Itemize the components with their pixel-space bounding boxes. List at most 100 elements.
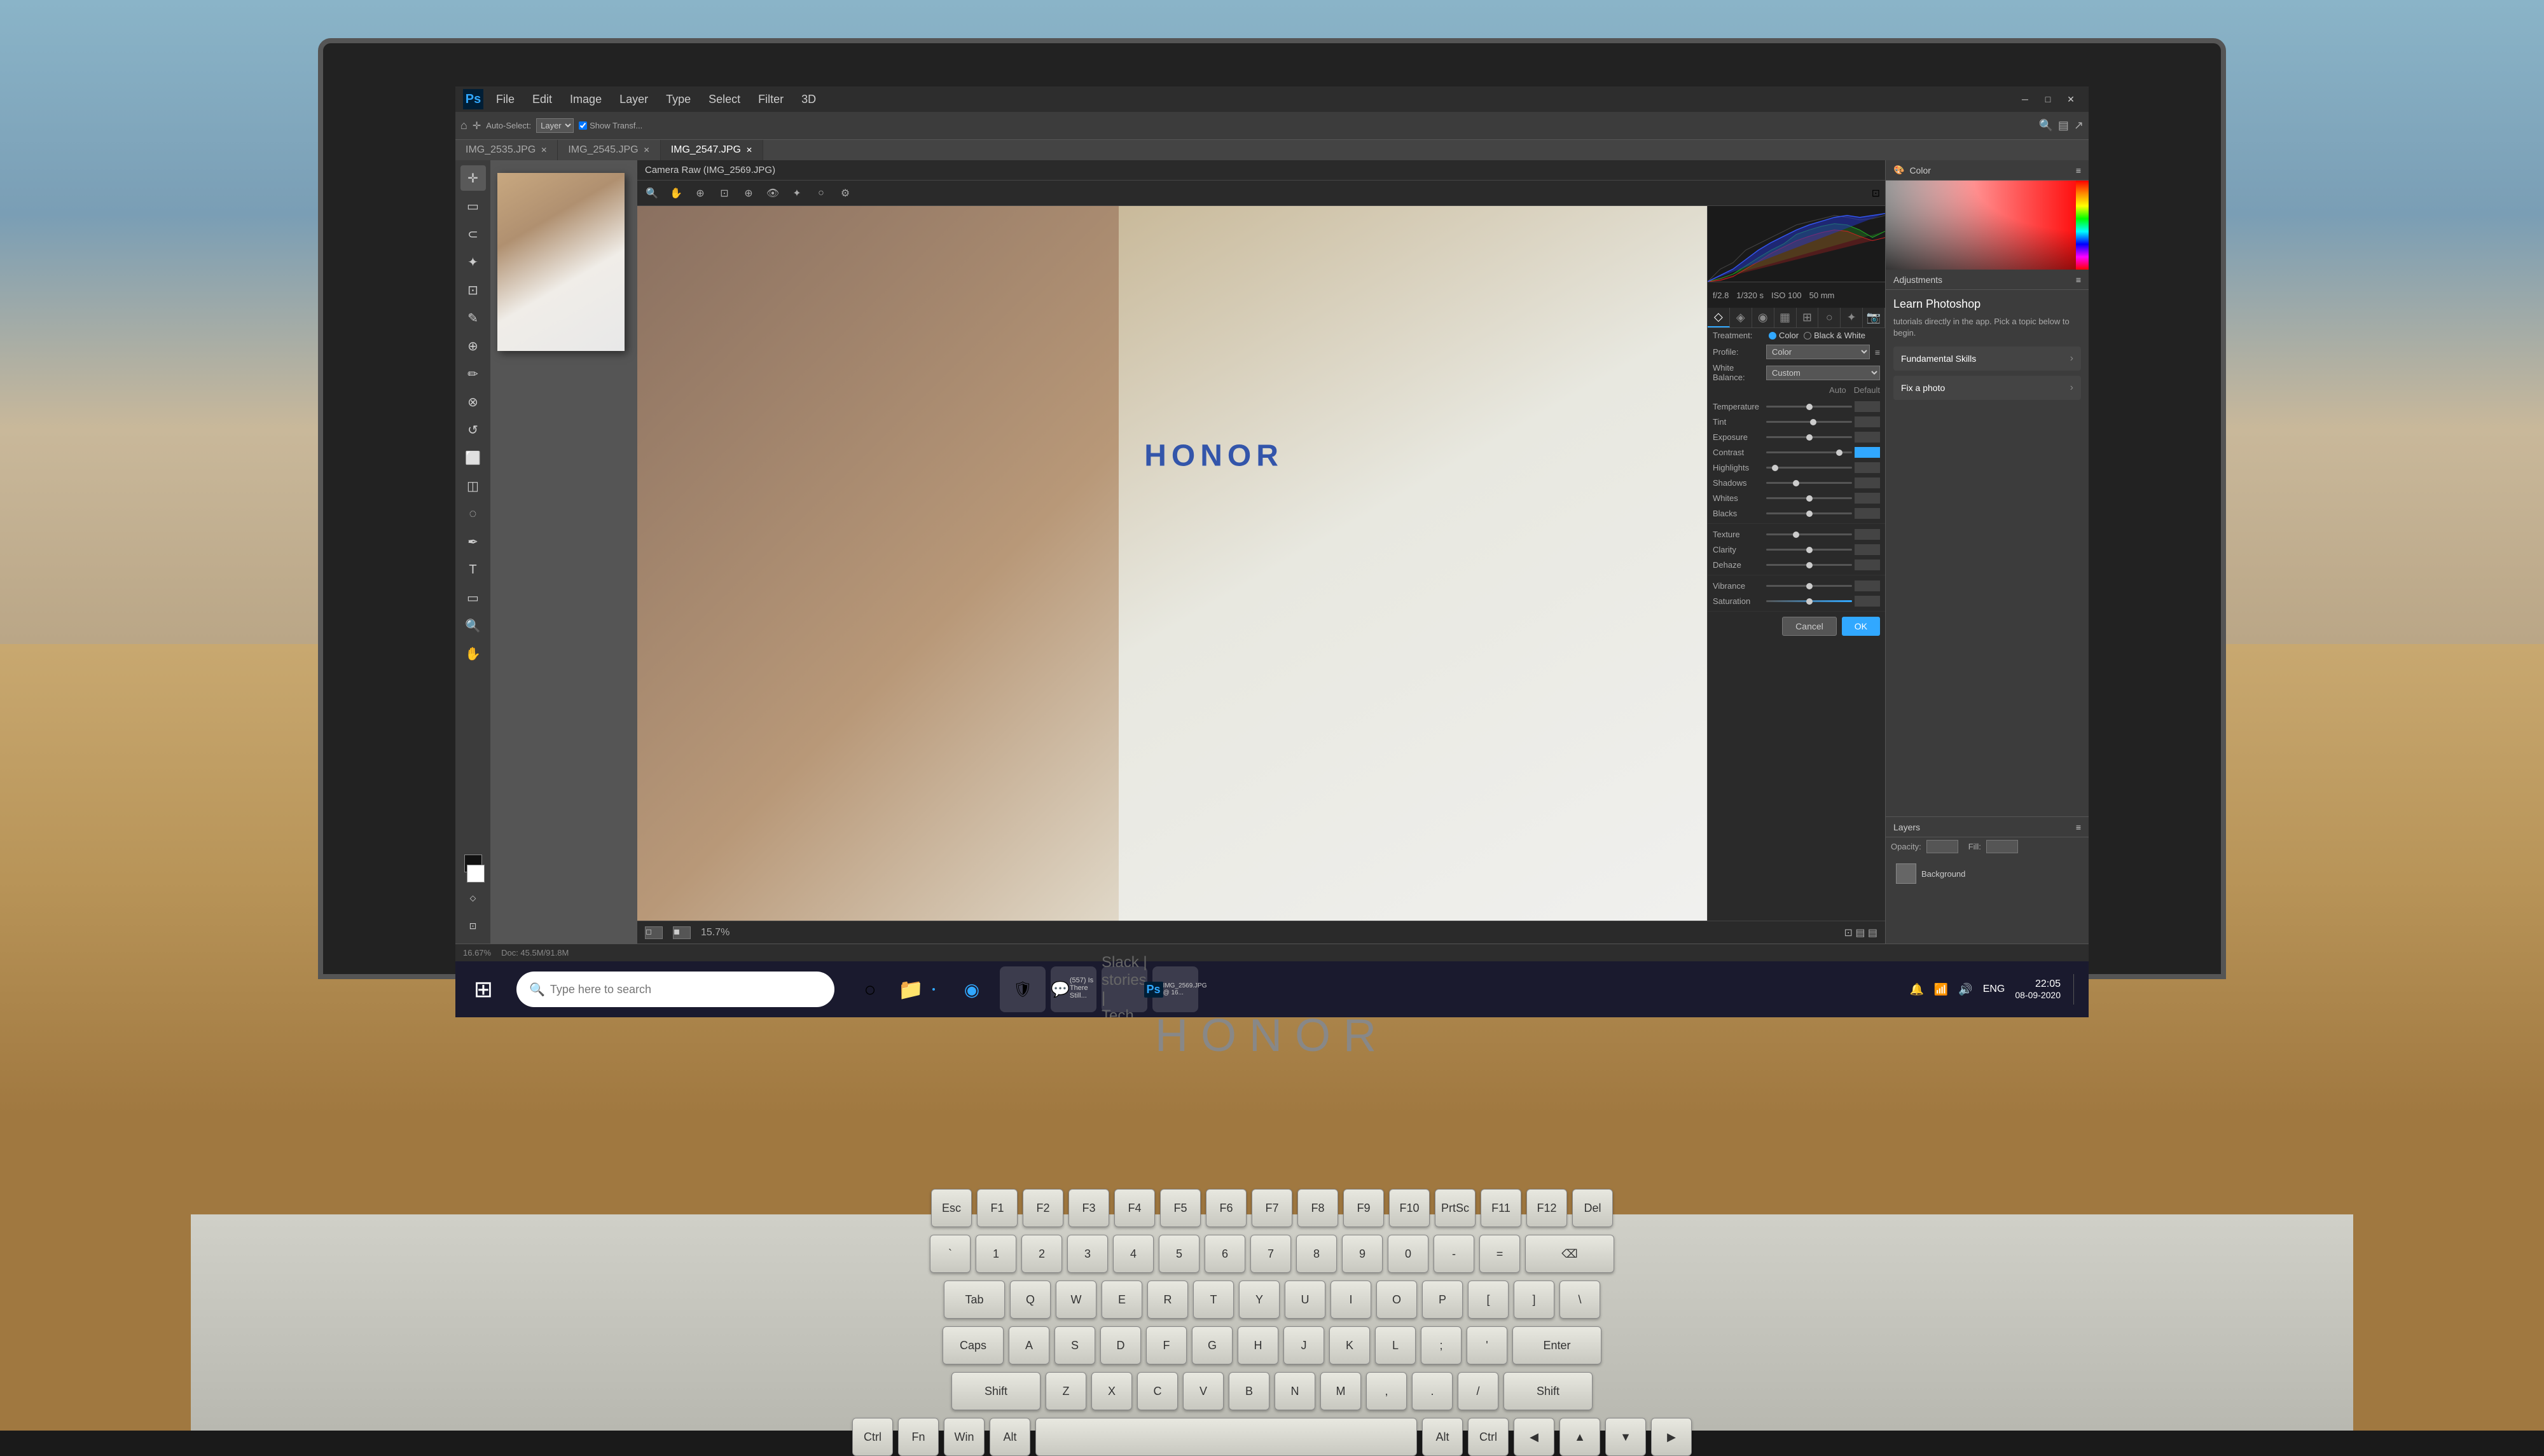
contrast-value[interactable]: 116 <box>1855 447 1880 458</box>
exposure-value[interactable]: 0.00 <box>1855 432 1880 443</box>
key-arrow-left[interactable]: ◀ <box>1514 1418 1554 1456</box>
menu-3d[interactable]: 3D <box>794 90 824 109</box>
move-tool[interactable]: ✛ <box>460 165 486 191</box>
dehaze-value[interactable]: 0 <box>1855 560 1880 570</box>
shadows-handle[interactable] <box>1793 480 1799 486</box>
highlights-handle[interactable] <box>1772 465 1778 471</box>
healing-brush-tool[interactable]: ⊕ <box>460 333 486 359</box>
learn-item-fundamental[interactable]: Fundamental Skills › <box>1893 347 2081 371</box>
menu-edit[interactable]: Edit <box>525 90 560 109</box>
opacity-value[interactable]: 100% <box>1926 840 1958 853</box>
key-f[interactable]: F <box>1146 1326 1187 1364</box>
key-shift-left[interactable]: Shift <box>951 1372 1040 1410</box>
key-f7[interactable]: F7 <box>1252 1189 1292 1227</box>
cr-radial-btn[interactable]: ○ <box>812 184 831 203</box>
cr-adjustments-scroll[interactable]: Treatment: Color <box>1708 328 1885 921</box>
taskbar-antivirus[interactable]: 🛡 <box>1000 966 1046 1012</box>
pen-tool[interactable]: ✒ <box>460 529 486 554</box>
key-s[interactable]: S <box>1054 1326 1095 1364</box>
auto-button[interactable]: Auto <box>1829 385 1846 395</box>
key-i[interactable]: I <box>1331 1281 1371 1319</box>
crop-tool[interactable]: ⊡ <box>460 277 486 303</box>
tab-img2545[interactable]: IMG_2545.JPG ✕ <box>558 140 660 160</box>
key-f3[interactable]: F3 <box>1068 1189 1109 1227</box>
key-8[interactable]: 8 <box>1296 1235 1337 1273</box>
key-comma[interactable]: , <box>1366 1372 1407 1410</box>
key-del[interactable]: Del <box>1572 1189 1613 1227</box>
close-button[interactable]: ✕ <box>2061 92 2081 107</box>
color-hue-bar[interactable] <box>2076 181 2089 270</box>
key-5[interactable]: 5 <box>1159 1235 1199 1273</box>
default-button[interactable]: Default <box>1854 385 1880 395</box>
key-equals[interactable]: = <box>1479 1235 1520 1273</box>
menu-layer[interactable]: Layer <box>612 90 656 109</box>
key-space[interactable] <box>1035 1418 1417 1456</box>
key-3[interactable]: 3 <box>1067 1235 1108 1273</box>
start-button[interactable]: ⊞ <box>455 961 511 1017</box>
clarity-value[interactable]: 0 <box>1855 544 1880 555</box>
panel-icon[interactable]: ▤ <box>2058 119 2069 132</box>
key-f11[interactable]: F11 <box>1481 1189 1521 1227</box>
menu-image[interactable]: Image <box>562 90 609 109</box>
marquee-tool[interactable]: ▭ <box>460 193 486 219</box>
key-alt-right[interactable]: Alt <box>1422 1418 1463 1456</box>
taskbar-photoshop[interactable]: Ps IMG_2569.JPG @ 16... <box>1152 966 1198 1012</box>
key-lbracket[interactable]: [ <box>1468 1281 1509 1319</box>
profile-expand-icon[interactable]: ≡ <box>1875 347 1880 357</box>
treatment-bw[interactable]: Black & White <box>1804 331 1865 340</box>
cr-adjust-btn[interactable]: ✦ <box>787 184 806 203</box>
texture-handle[interactable] <box>1793 532 1799 538</box>
taskbar-cortana[interactable]: ○ <box>847 966 893 1012</box>
key-f1[interactable]: F1 <box>977 1189 1018 1227</box>
key-b[interactable]: B <box>1229 1372 1269 1410</box>
blacks-slider[interactable] <box>1766 512 1852 514</box>
cr-wb-btn[interactable]: ⊕ <box>691 184 710 203</box>
clarity-handle[interactable] <box>1806 547 1813 553</box>
vibrance-slider[interactable] <box>1766 585 1852 587</box>
cr-redeye-btn[interactable]: 👁 <box>763 184 782 203</box>
highlights-value[interactable]: -100 <box>1855 462 1880 473</box>
background-color[interactable] <box>467 865 485 883</box>
key-backtick[interactable]: ` <box>930 1235 971 1273</box>
menu-select[interactable]: Select <box>701 90 748 109</box>
key-x[interactable]: X <box>1091 1372 1132 1410</box>
menu-filter[interactable]: Filter <box>750 90 791 109</box>
key-f4[interactable]: F4 <box>1114 1189 1155 1227</box>
minimize-button[interactable]: ─ <box>2015 92 2035 107</box>
cancel-button[interactable]: Cancel <box>1782 617 1837 636</box>
taskbar-show-desktop[interactable] <box>2073 974 2076 1005</box>
tab-img2547[interactable]: IMG_2547.JPG ✕ <box>661 140 763 160</box>
key-1[interactable]: 1 <box>976 1235 1016 1273</box>
screen-mode[interactable]: ⊡ <box>460 913 486 938</box>
key-g[interactable]: G <box>1192 1326 1233 1364</box>
taskbar-chrome[interactable]: ◉ <box>949 966 995 1012</box>
cr-tab-split[interactable]: ▦ <box>1774 308 1797 327</box>
eraser-tool[interactable]: ⬜ <box>460 445 486 470</box>
contrast-slider[interactable] <box>1766 451 1852 453</box>
hand-tool[interactable]: ✋ <box>460 641 486 666</box>
key-f9[interactable]: F9 <box>1343 1189 1384 1227</box>
share-icon[interactable]: ↗ <box>2074 119 2084 132</box>
search-input[interactable] <box>550 983 822 996</box>
auto-select-dropdown[interactable]: Layer <box>536 118 574 133</box>
text-tool[interactable]: T <box>460 557 486 582</box>
clone-stamp-tool[interactable]: ⊗ <box>460 389 486 415</box>
taskbar-search[interactable]: 🔍 <box>516 972 834 1007</box>
key-enter[interactable]: Enter <box>1512 1326 1601 1364</box>
home-icon[interactable]: ⌂ <box>460 119 467 132</box>
cr-toggle-2[interactable]: ◼ <box>673 926 691 939</box>
cr-tab-effects[interactable]: ✦ <box>1841 308 1863 327</box>
key-arrow-down[interactable]: ▼ <box>1605 1418 1646 1456</box>
cr-zoom-btn[interactable]: 🔍 <box>642 184 661 203</box>
texture-value[interactable]: -17 <box>1855 529 1880 540</box>
menu-file[interactable]: File <box>488 90 522 109</box>
key-ctrl-right[interactable]: Ctrl <box>1468 1418 1509 1456</box>
dehaze-handle[interactable] <box>1806 562 1813 568</box>
key-w[interactable]: W <box>1056 1281 1096 1319</box>
taskbar-network[interactable]: 📶 <box>1934 983 1948 996</box>
key-f10[interactable]: F10 <box>1389 1189 1430 1227</box>
key-f5[interactable]: F5 <box>1160 1189 1201 1227</box>
key-tab[interactable]: Tab <box>944 1281 1005 1319</box>
whites-slider[interactable] <box>1766 497 1852 499</box>
key-o[interactable]: O <box>1376 1281 1417 1319</box>
